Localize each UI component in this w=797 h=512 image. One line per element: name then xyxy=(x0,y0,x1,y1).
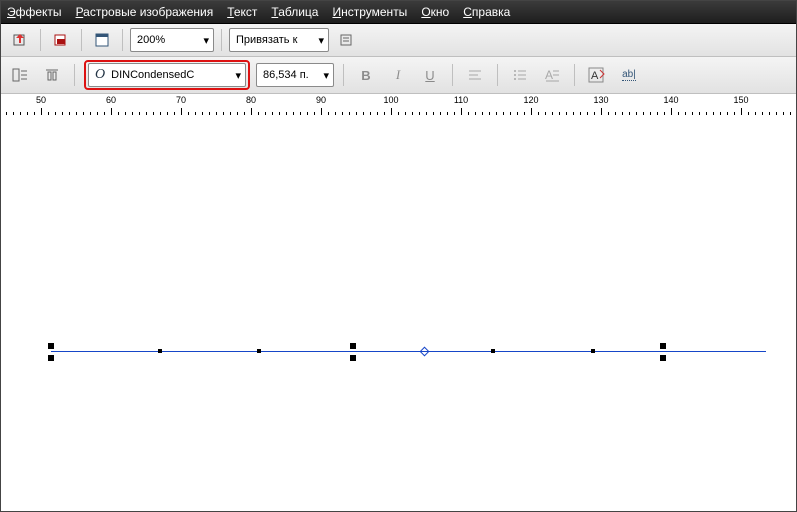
svg-text:A: A xyxy=(591,70,599,82)
zoom-level-combo[interactable]: 200% ▾ xyxy=(130,28,214,52)
publish-pdf-button[interactable] xyxy=(48,27,74,53)
menubar: Эффекты Растровые изображения Текст Табл… xyxy=(1,1,796,24)
app-window: Эффекты Растровые изображения Текст Табл… xyxy=(0,0,797,512)
selection-node[interactable] xyxy=(257,349,261,353)
separator xyxy=(74,64,75,86)
ruler-label: 120 xyxy=(523,95,538,105)
ruler-label: 110 xyxy=(454,95,468,105)
separator xyxy=(122,29,123,51)
selection-node[interactable] xyxy=(158,349,162,353)
ruler-label: 60 xyxy=(106,95,116,105)
separator xyxy=(40,29,41,51)
ruler-label: 140 xyxy=(663,95,678,105)
separator xyxy=(221,29,222,51)
selection-center-icon[interactable] xyxy=(420,347,430,357)
options-button[interactable] xyxy=(333,27,359,53)
character-formatting-button[interactable]: A xyxy=(584,62,610,88)
separator xyxy=(343,64,344,86)
font-family-value: DINCondensedC xyxy=(111,69,194,81)
underline-button[interactable]: U xyxy=(417,62,443,88)
selection-handle[interactable] xyxy=(660,355,666,361)
font-size-combo[interactable]: 86,534 п. ▾ xyxy=(256,63,334,87)
dropcap-button[interactable]: A xyxy=(539,62,565,88)
menu-window[interactable]: Окно xyxy=(421,5,449,19)
chevron-down-icon: ▾ xyxy=(229,69,241,82)
selection-handle[interactable] xyxy=(48,343,54,349)
ruler-label: 150 xyxy=(733,95,748,105)
fullscreen-button[interactable] xyxy=(89,27,115,53)
toolbar-text: O DINCondensedC ▾ 86,534 п. ▾ B I U A A xyxy=(1,57,796,94)
font-size-value: 86,534 п. xyxy=(263,69,309,81)
selection-handle[interactable] xyxy=(350,343,356,349)
export-button[interactable] xyxy=(7,27,33,53)
align-horizontal-button[interactable] xyxy=(462,62,488,88)
font-family-combo[interactable]: O DINCondensedC ▾ xyxy=(88,63,246,87)
ruler-label: 50 xyxy=(36,95,46,105)
selection-node[interactable] xyxy=(591,349,595,353)
svg-text:A: A xyxy=(545,68,553,82)
menu-tools[interactable]: Инструменты xyxy=(332,5,407,19)
separator xyxy=(81,29,82,51)
menu-bitmaps[interactable]: Растровые изображения xyxy=(76,5,214,19)
font-italic-o-icon: O xyxy=(95,67,105,83)
separator xyxy=(574,64,575,86)
ruler-label: 80 xyxy=(246,95,256,105)
font-family-highlight: O DINCondensedC ▾ xyxy=(84,60,250,90)
zoom-level-value: 200% xyxy=(137,34,165,46)
menu-table[interactable]: Таблица xyxy=(271,5,318,19)
chevron-down-icon: ▾ xyxy=(317,69,329,82)
menu-text[interactable]: Текст xyxy=(227,5,257,19)
selection-handle[interactable] xyxy=(660,343,666,349)
selection-handle[interactable] xyxy=(350,355,356,361)
drawing-canvas[interactable] xyxy=(1,115,796,511)
align-reflow-button[interactable] xyxy=(7,62,33,88)
italic-button[interactable]: I xyxy=(385,62,411,88)
ruler-label: 100 xyxy=(383,95,398,105)
selection-handle[interactable] xyxy=(48,355,54,361)
separator xyxy=(452,64,453,86)
menu-effects[interactable]: Эффекты xyxy=(7,5,62,19)
chevron-down-icon: ▾ xyxy=(312,34,324,47)
snap-to-combo[interactable]: Привязать к ▾ xyxy=(229,28,329,52)
bold-button[interactable]: B xyxy=(353,62,379,88)
ruler-label: 130 xyxy=(593,95,608,105)
horizontal-ruler[interactable]: 405060708090100110120130140150160170 xyxy=(1,94,796,117)
bullet-list-button[interactable] xyxy=(507,62,533,88)
separator xyxy=(497,64,498,86)
menu-help[interactable]: Справка xyxy=(463,5,510,19)
snap-to-label: Привязать к xyxy=(236,34,297,46)
edit-text-button[interactable]: ab| xyxy=(616,62,642,88)
chevron-down-icon: ▾ xyxy=(197,34,209,47)
selection-node[interactable] xyxy=(491,349,495,353)
toolbar-standard: 200% ▾ Привязать к ▾ xyxy=(1,24,796,57)
align-distribute-button[interactable] xyxy=(39,62,65,88)
ruler-label: 90 xyxy=(316,95,326,105)
ruler-label: 70 xyxy=(176,95,186,105)
